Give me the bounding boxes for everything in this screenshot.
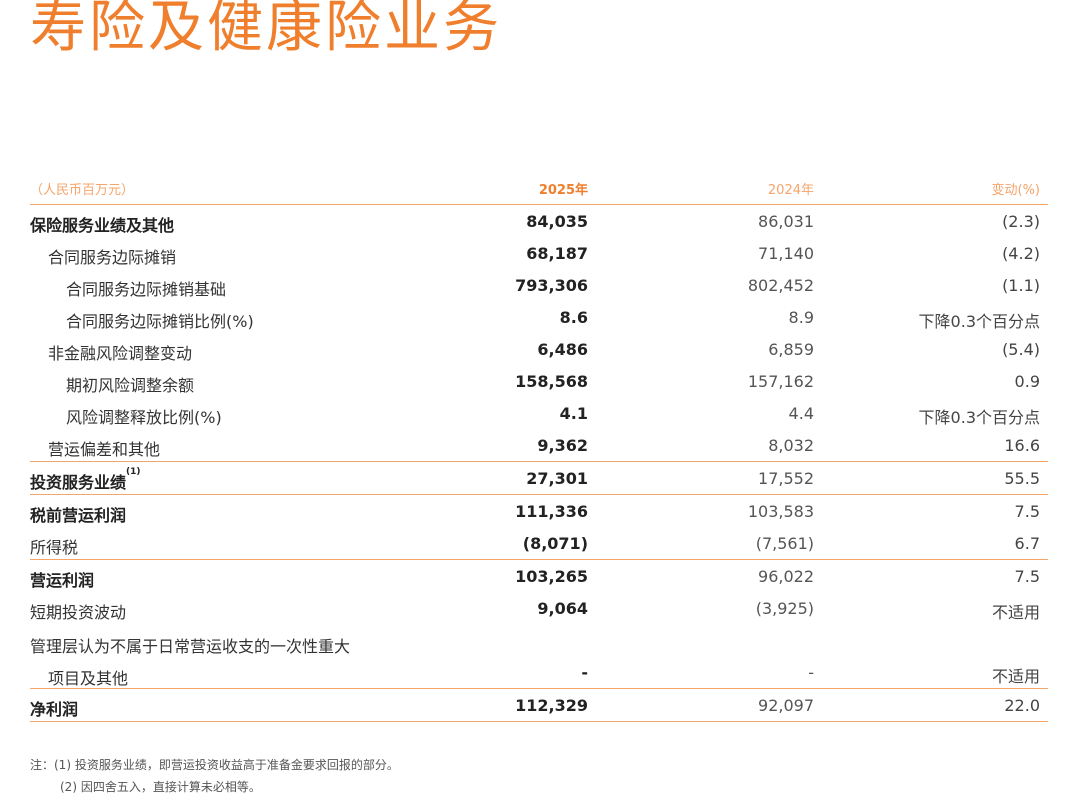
value-2024: 6,859 <box>768 340 814 359</box>
row-label: 期初风险调整余额 <box>66 376 195 395</box>
value-change: 22.0 <box>1004 696 1040 715</box>
value-2024: (7,561) <box>755 534 814 553</box>
table-row: 净利润 112,329 92,097 22.0 <box>30 689 1048 722</box>
value-change: 7.5 <box>1014 567 1040 586</box>
value-2025: 4.1 <box>559 404 588 423</box>
table-row: 税前营运利润 111,336 103,583 7.5 <box>30 495 1048 527</box>
value-change: 55.5 <box>1004 469 1040 488</box>
value-2025: 9,362 <box>537 436 588 455</box>
row-label: 管理层认为不属于日常营运收支的一次性重大 项目及其他 <box>30 637 351 688</box>
value-2025: 112,329 <box>515 696 588 715</box>
value-2025: 111,336 <box>515 502 588 521</box>
table-row: 管理层认为不属于日常营运收支的一次性重大 项目及其他 - - 不适用 <box>30 624 1048 689</box>
row-label: 非金融风险调整变动 <box>48 344 193 363</box>
value-2024: 157,162 <box>747 372 814 391</box>
value-change: (5.4) <box>1002 340 1040 359</box>
value-2025: 158,568 <box>515 372 588 391</box>
value-2024: - <box>808 663 814 682</box>
table-row: 营运偏差和其他 9,362 8,032 16.6 <box>30 429 1048 462</box>
row-label: 营运偏差和其他 <box>48 440 161 459</box>
table-row: 投资服务业绩(1) 27,301 17,552 55.5 <box>30 462 1048 495</box>
row-label: 合同服务边际摊销基础 <box>66 280 227 299</box>
value-2025: 9,064 <box>537 599 588 618</box>
value-change: 16.6 <box>1004 436 1040 455</box>
table-row: 所得税 (8,071) (7,561) 6.7 <box>30 527 1048 560</box>
value-2024: 8,032 <box>768 436 814 455</box>
table-row: 非金融风险调整变动 6,486 6,859 (5.4) <box>30 333 1048 365</box>
table-row: 合同服务边际摊销比例(%) 8.6 8.9 下降0.3个百分点 <box>30 301 1048 333</box>
value-2025: 6,486 <box>537 340 588 359</box>
value-2025: 27,301 <box>526 469 588 488</box>
col-2025-header: 2025年 <box>538 183 588 198</box>
value-change: 0.9 <box>1014 372 1040 391</box>
value-2024: 92,097 <box>758 696 814 715</box>
value-2025: 103,265 <box>515 567 588 586</box>
row-label: 净利润 <box>30 700 79 719</box>
row-label: 税前营运利润 <box>30 506 127 525</box>
value-change: (2.3) <box>1002 212 1040 231</box>
table-row: 保险服务业绩及其他 84,035 86,031 (2.3) <box>30 205 1048 237</box>
table-header: （人民币百万元） 2025年 2024年 变动(%) <box>30 172 1048 205</box>
value-2025: 84,035 <box>526 212 588 231</box>
value-change: 下降0.3个百分点 <box>918 312 1040 331</box>
value-2025: 8.6 <box>559 308 588 327</box>
page-title: 寿险及健康险业务 <box>30 0 502 60</box>
value-2025: - <box>581 663 588 682</box>
value-2024: 4.4 <box>788 404 814 423</box>
value-change: 6.7 <box>1014 534 1040 553</box>
col-change-header: 变动(%) <box>991 183 1041 198</box>
value-2024: 86,031 <box>758 212 814 231</box>
value-change: 下降0.3个百分点 <box>918 408 1040 427</box>
row-label: 所得税 <box>30 538 79 557</box>
footnotes: 注：(1) 投资服务业绩，即营运投资收益高于准备金要求回报的部分。 (2) 因四… <box>30 754 399 798</box>
value-2025: 793,306 <box>515 276 588 295</box>
financial-table: （人民币百万元） 2025年 2024年 变动(%) 保险服务业绩及其他 84,… <box>30 172 1048 722</box>
value-2024: 71,140 <box>758 244 814 263</box>
value-2024: 802,452 <box>747 276 814 295</box>
table-row: 合同服务边际摊销 68,187 71,140 (4.2) <box>30 237 1048 269</box>
row-label: 短期投资波动 <box>30 603 127 622</box>
value-change: 不适用 <box>991 667 1040 686</box>
row-label: 营运利润 <box>30 571 95 590</box>
value-change: 7.5 <box>1014 502 1040 521</box>
row-label: 合同服务边际摊销比例(%) <box>66 312 254 331</box>
table-row: 风险调整释放比例(%) 4.1 4.4 下降0.3个百分点 <box>30 397 1048 429</box>
footnote-1: 注：(1) 投资服务业绩，即营运投资收益高于准备金要求回报的部分。 <box>30 758 399 772</box>
table-row: 营运利润 103,265 96,022 7.5 <box>30 560 1048 592</box>
value-2024: (3,925) <box>755 599 814 618</box>
value-change: 不适用 <box>991 603 1040 622</box>
value-2025: 68,187 <box>526 244 588 263</box>
value-2024: 103,583 <box>747 502 814 521</box>
row-label: 保险服务业绩及其他 <box>30 216 175 235</box>
value-change: (1.1) <box>1002 276 1040 295</box>
value-2024: 96,022 <box>758 567 814 586</box>
table-row: 短期投资波动 9,064 (3,925) 不适用 <box>30 592 1048 624</box>
table-row: 合同服务边际摊销基础 793,306 802,452 (1.1) <box>30 269 1048 301</box>
value-2024: 17,552 <box>758 469 814 488</box>
unit-label: （人民币百万元） <box>30 183 135 198</box>
footnote-marker: (1) <box>126 467 141 477</box>
value-2025: (8,071) <box>522 534 588 553</box>
col-2024-header: 2024年 <box>767 183 814 198</box>
table-row: 期初风险调整余额 158,568 157,162 0.9 <box>30 365 1048 397</box>
value-change: (4.2) <box>1002 244 1040 263</box>
row-label: 风险调整释放比例(%) <box>66 408 222 427</box>
footnote-2: (2) 因四舍五入，直接计算未必相等。 <box>60 780 261 794</box>
row-label: 合同服务边际摊销 <box>48 248 177 267</box>
value-2024: 8.9 <box>788 308 814 327</box>
row-label: 投资服务业绩(1) <box>30 467 141 492</box>
